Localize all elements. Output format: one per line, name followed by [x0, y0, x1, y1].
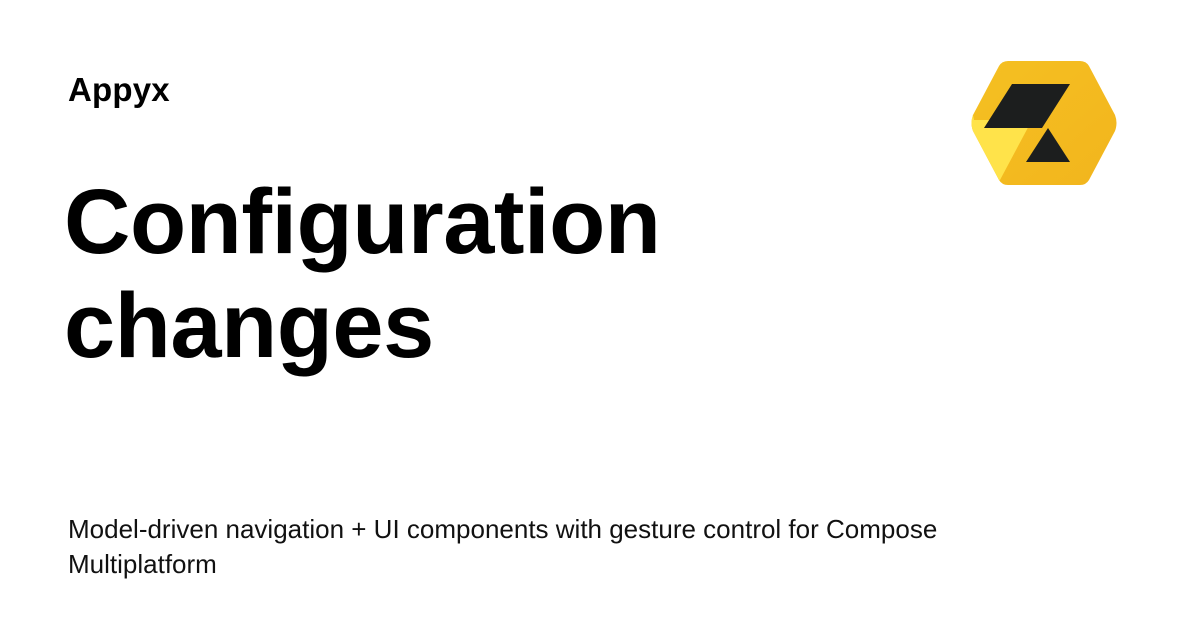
page-title-line-2: changes	[64, 275, 434, 377]
page-title-line-1: Configuration	[64, 171, 661, 273]
page-description: Model-driven navigation + UI components …	[68, 514, 938, 579]
appyx-logo-icon	[971, 61, 1117, 185]
site-name: Appyx	[68, 71, 170, 108]
page-title: Configuration changes	[64, 170, 824, 378]
